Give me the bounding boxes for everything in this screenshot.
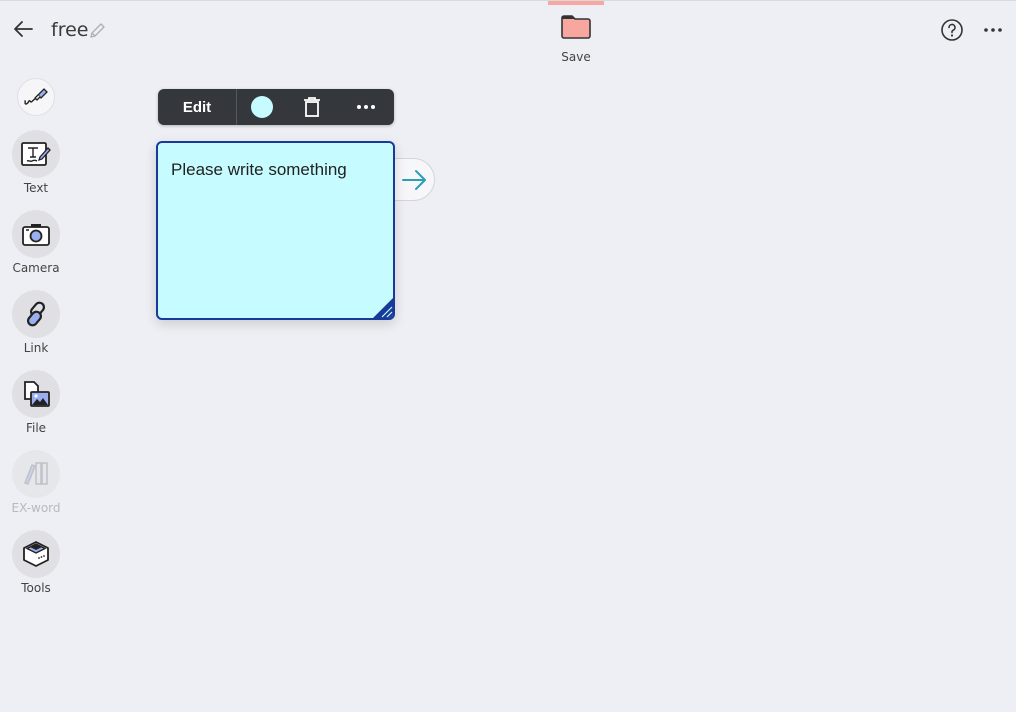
- tool-file-label: File: [25, 421, 47, 435]
- tool-text-circle: [12, 130, 60, 178]
- save-button[interactable]: Save: [548, 14, 604, 70]
- tool-tools[interactable]: Tools: [8, 530, 64, 595]
- note-more-button[interactable]: [337, 89, 394, 125]
- tool-camera-label: Camera: [12, 261, 60, 275]
- top-border: [0, 0, 1016, 1]
- tool-pen[interactable]: [8, 78, 64, 116]
- more-button[interactable]: [982, 18, 1004, 42]
- books-icon: [24, 462, 48, 485]
- trash-icon: [304, 97, 320, 117]
- tool-camera[interactable]: Camera: [8, 210, 64, 275]
- help-button[interactable]: [940, 18, 964, 42]
- toolbox-icon: [23, 541, 49, 567]
- more-horizontal-icon: [984, 28, 1002, 32]
- note-color-button[interactable]: [237, 89, 287, 125]
- more-horizontal-icon: [356, 105, 375, 109]
- tool-link[interactable]: Link: [8, 290, 64, 355]
- save-indicator: [548, 1, 604, 5]
- pencil-icon: [90, 23, 105, 38]
- pen-icon: [24, 88, 48, 105]
- arrow-left-icon: [14, 21, 33, 37]
- tool-file[interactable]: File: [8, 370, 64, 435]
- folder-icon: [561, 15, 591, 39]
- tool-exword-circle: [12, 450, 60, 498]
- camera-icon: [22, 224, 50, 246]
- tool-link-circle: [12, 290, 60, 338]
- tool-text[interactable]: Text: [8, 130, 64, 195]
- save-label: Save: [561, 50, 591, 64]
- tool-text-label: Text: [23, 181, 49, 195]
- resize-icon: [373, 298, 393, 318]
- tool-tools-label: Tools: [21, 581, 51, 595]
- note-edit-button[interactable]: Edit: [158, 89, 237, 125]
- tool-link-label: Link: [23, 341, 49, 355]
- color-swatch: [251, 96, 273, 118]
- note-delete-button[interactable]: [287, 89, 337, 125]
- tool-exword-label: EX-word: [11, 501, 61, 515]
- file-image-icon: [24, 381, 50, 407]
- page-title: free: [51, 19, 89, 41]
- tool-file-circle: [12, 370, 60, 418]
- resize-handle[interactable]: [372, 297, 393, 318]
- arrow-right-icon: [402, 169, 426, 190]
- text-icon: [21, 142, 51, 166]
- tool-exword: EX-word: [8, 450, 64, 515]
- link-icon: [26, 301, 46, 327]
- tool-tools-circle: [12, 530, 60, 578]
- tool-pen-circle: [17, 78, 55, 116]
- help-circle-icon: [941, 19, 963, 41]
- tool-camera-circle: [12, 210, 60, 258]
- back-button[interactable]: [12, 17, 36, 41]
- sticky-note[interactable]: Please write something: [156, 141, 395, 320]
- note-toolbar: Edit: [158, 89, 394, 125]
- edit-title-button[interactable]: [88, 22, 106, 40]
- note-text[interactable]: Please write something: [171, 160, 347, 180]
